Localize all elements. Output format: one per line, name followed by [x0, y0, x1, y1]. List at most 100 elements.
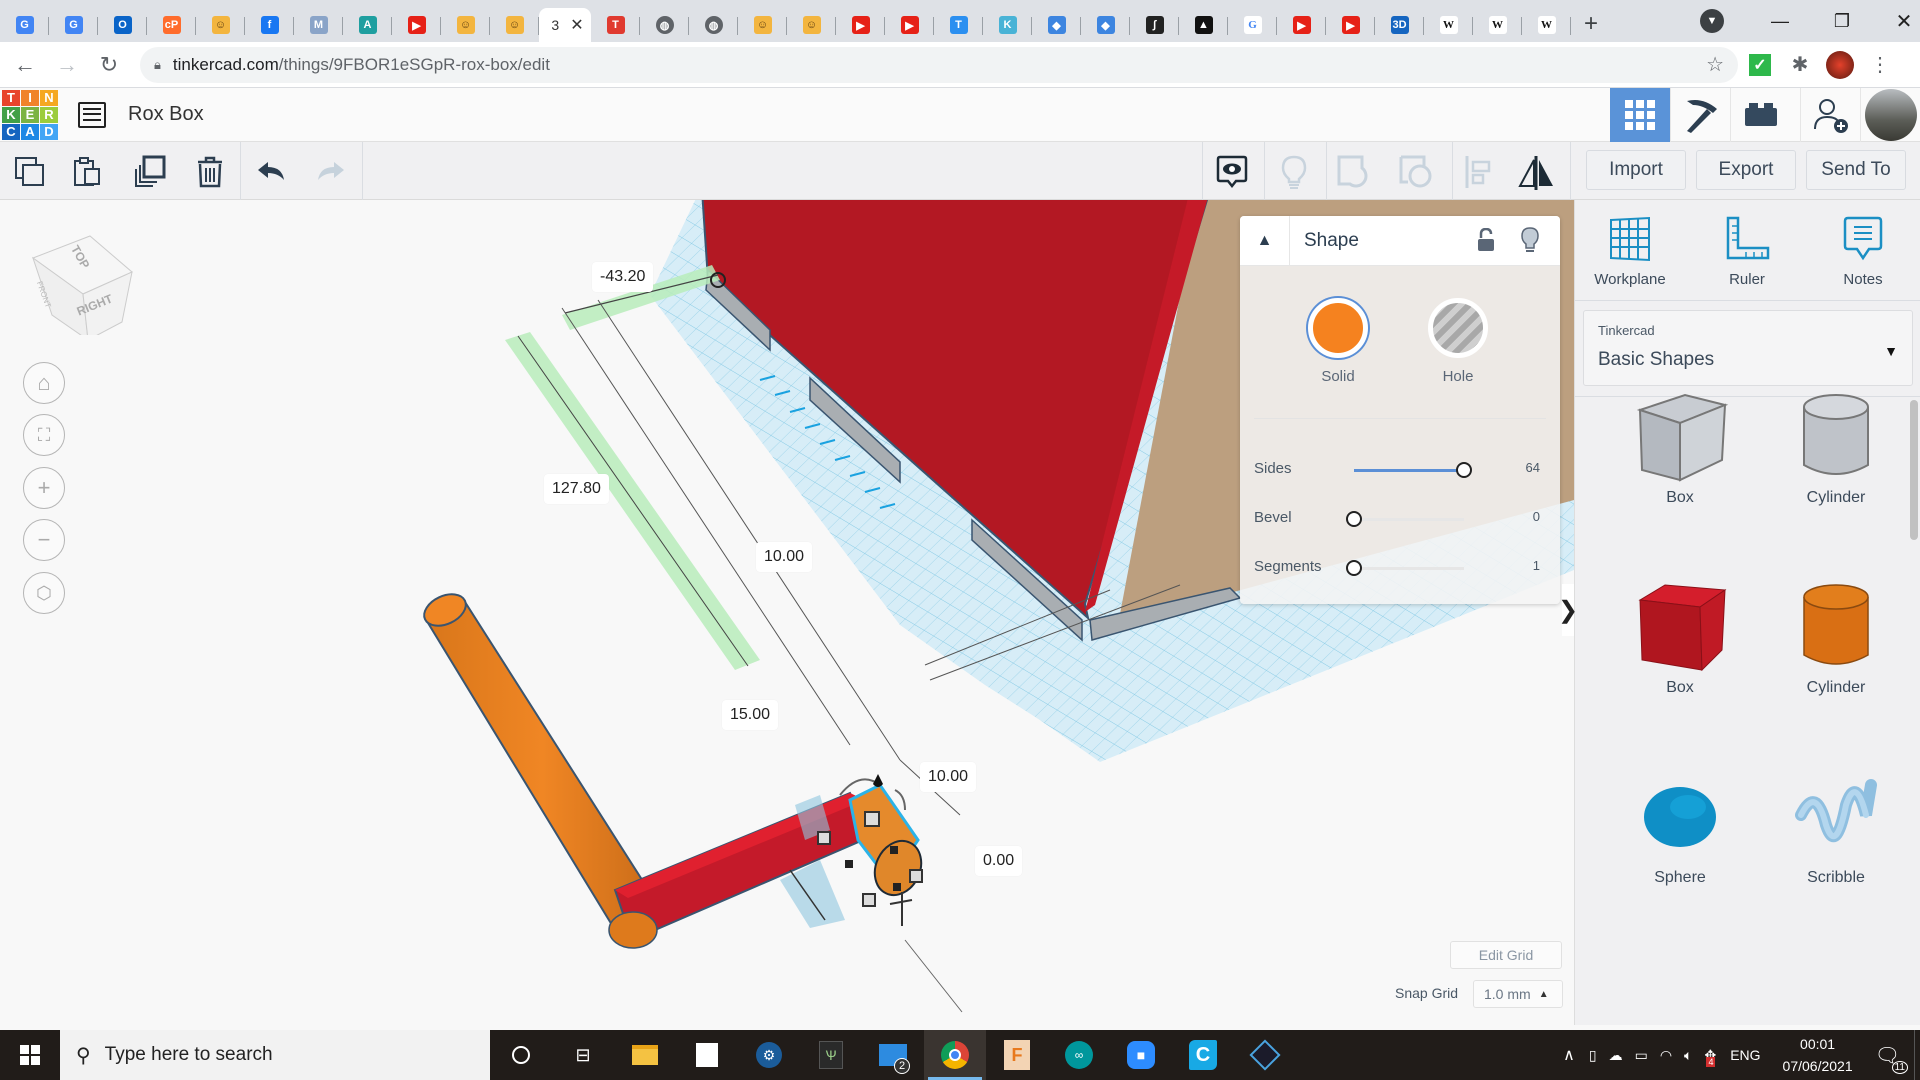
library-shape-scribble[interactable]: Scribble — [1761, 765, 1911, 887]
visibility-lightbulb-icon[interactable] — [1520, 226, 1540, 259]
browser-tab[interactable]: T — [934, 8, 983, 42]
zoom-out-button[interactable]: − — [23, 519, 65, 561]
browser-tab[interactable]: W — [1424, 8, 1473, 42]
browser-tab[interactable]: G — [49, 8, 98, 42]
browser-tab[interactable]: T — [591, 8, 640, 42]
url-bar[interactable]: 🔒︎ tinkercad.com/things/9FBOR1eSGpR-rox-… — [140, 46, 1738, 83]
ruler-tool[interactable]: Ruler — [1692, 216, 1802, 288]
slider-knob[interactable] — [1456, 462, 1472, 478]
action-center-button[interactable]: 🗨︎ 11 — [1875, 1043, 1908, 1074]
browser-tab[interactable]: M — [294, 8, 343, 42]
onedrive-icon[interactable]: ☁ — [1609, 1047, 1623, 1064]
show-desktop-button[interactable] — [1914, 1030, 1920, 1080]
close-window-button[interactable]: ✕ — [1884, 9, 1920, 34]
tab-search-icon[interactable]: ▼ — [1700, 9, 1724, 33]
store-button[interactable] — [676, 1030, 738, 1080]
bookmark-star-icon[interactable]: ☆ — [1706, 52, 1724, 77]
zoom-in-button[interactable]: + — [23, 467, 65, 509]
fusion360-button[interactable]: F — [986, 1030, 1048, 1080]
browser-tab[interactable]: ◆ — [1032, 8, 1081, 42]
forward-button[interactable]: → — [50, 52, 84, 78]
browser-tab[interactable]: ∫ — [1130, 8, 1179, 42]
mirror-button[interactable] — [1514, 150, 1558, 194]
steam-button[interactable]: ⚙ — [738, 1030, 800, 1080]
undo-button[interactable] — [250, 150, 294, 194]
property-slider[interactable] — [1346, 560, 1464, 576]
start-button[interactable] — [0, 1030, 60, 1080]
extensions-puzzle-icon[interactable]: ✱ — [1782, 47, 1818, 83]
ungroup-button[interactable] — [1394, 150, 1438, 194]
cortana-button[interactable] — [490, 1030, 552, 1080]
dim-label-elevation[interactable]: 0.00 — [975, 846, 1023, 876]
browser-tab[interactable]: ☺ — [196, 8, 245, 42]
language-indicator[interactable]: ENG — [1730, 1047, 1760, 1063]
flash-app-button[interactable] — [1234, 1030, 1296, 1080]
browser-tab[interactable]: ☺ — [787, 8, 836, 42]
show-all-button[interactable] — [1210, 150, 1254, 194]
hide-button[interactable] — [1272, 150, 1316, 194]
browser-tab[interactable]: ▲ — [1179, 8, 1228, 42]
arduino-button[interactable]: ∞ — [1048, 1030, 1110, 1080]
invite-user-button[interactable] — [1800, 88, 1860, 142]
browser-tab[interactable]: A — [343, 8, 392, 42]
predator-button[interactable]: Ѱ — [800, 1030, 862, 1080]
slider-knob[interactable] — [1346, 560, 1362, 576]
export-button[interactable]: Export — [1696, 150, 1796, 190]
browser-tab[interactable]: ◆ — [1081, 8, 1130, 42]
show-hidden-icons-button[interactable]: ∧ — [1563, 1045, 1575, 1065]
chrome-menu-icon[interactable]: ⋮ — [1862, 47, 1898, 83]
home-view-button[interactable]: ⌂ — [23, 362, 65, 404]
dim-label-depth[interactable]: 10.00 — [920, 762, 977, 792]
perspective-button[interactable]: ⬡ — [23, 572, 65, 614]
shape-library-dropdown[interactable]: Tinkercad Basic Shapes ▼ — [1583, 310, 1913, 386]
bricks-view-button[interactable] — [1730, 88, 1790, 142]
library-shape-cylinder-orange[interactable]: Cylinder — [1761, 575, 1911, 697]
solid-color-swatch[interactable] — [1308, 298, 1368, 358]
dim-label-height[interactable]: 15.00 — [722, 700, 779, 730]
mail-button[interactable]: 2 — [862, 1030, 924, 1080]
browser-tab[interactable]: ▶ — [885, 8, 934, 42]
task-view-button[interactable]: ⊟ — [552, 1030, 614, 1080]
browser-tab[interactable]: ▶ — [1326, 8, 1375, 42]
library-shape-box-red[interactable]: Box — [1605, 575, 1755, 697]
property-value[interactable]: 0 — [1533, 509, 1540, 524]
library-shape-box-hole[interactable]: Box — [1605, 385, 1755, 507]
browser-tab[interactable]: ▶ — [836, 8, 885, 42]
restore-button[interactable]: ❐ — [1822, 11, 1862, 32]
library-scrollbar[interactable] — [1910, 400, 1918, 540]
design-title[interactable]: Rox Box — [128, 103, 204, 126]
browser-tab[interactable]: ▶ — [1277, 8, 1326, 42]
clock[interactable]: 00:01 07/06/2021 — [1783, 1033, 1853, 1077]
browser-tab-active[interactable]: 3 ✕ — [539, 8, 591, 42]
reload-button[interactable]: ↻ — [92, 52, 126, 78]
volume-icon[interactable]: 🔈︎ — [1684, 1047, 1692, 1064]
new-tab-button[interactable]: + — [1571, 10, 1611, 38]
browser-tab[interactable]: ◍ — [640, 8, 689, 42]
notes-tool[interactable]: Notes — [1808, 216, 1918, 288]
move-handle[interactable] — [889, 892, 913, 926]
import-button[interactable]: Import — [1586, 150, 1686, 190]
dim-label-width[interactable]: 10.00 — [756, 542, 813, 572]
orange-cylinder-long[interactable] — [419, 588, 662, 932]
lift-handle[interactable] — [873, 774, 883, 787]
back-button[interactable]: ← — [8, 52, 42, 78]
dim-label-position[interactable]: -43.20 — [592, 262, 654, 292]
zoom-button[interactable]: ■ — [1110, 1030, 1172, 1080]
slider-knob[interactable] — [1346, 511, 1362, 527]
dropbox-icon[interactable]: ✥ 4 — [1704, 1047, 1716, 1067]
view-cube[interactable]: TOP RIGHT FRONT — [30, 230, 135, 342]
group-button[interactable] — [1332, 150, 1376, 194]
copy-button[interactable] — [8, 150, 52, 194]
3d-design-view-button[interactable] — [1610, 88, 1670, 142]
minecraft-view-button[interactable] — [1670, 88, 1730, 142]
extension-checkmark-icon[interactable]: ✓ — [1742, 47, 1778, 83]
browser-tab[interactable]: W — [1473, 8, 1522, 42]
fit-view-button[interactable]: ⛶ — [23, 414, 65, 456]
browser-tab[interactable]: ☺ — [490, 8, 539, 42]
lock-toggle-icon[interactable] — [1476, 227, 1496, 257]
chrome-button[interactable] — [924, 1030, 986, 1080]
workplane-tool[interactable]: Workplane — [1575, 216, 1685, 288]
duplicate-button[interactable] — [128, 150, 172, 194]
paste-button[interactable] — [66, 150, 110, 194]
browser-tab[interactable]: cP — [147, 8, 196, 42]
